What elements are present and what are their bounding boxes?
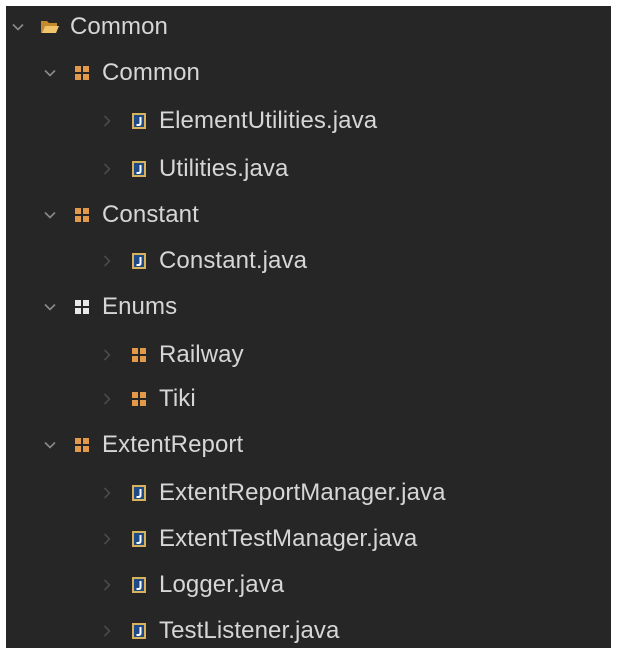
tree-node-package-common[interactable]: Common <box>6 53 611 93</box>
tree-node-label: Constant.java <box>159 247 308 274</box>
chevron-right-icon[interactable] <box>99 253 115 269</box>
chevron-down-icon[interactable] <box>42 65 58 81</box>
java-file-icon <box>129 251 149 271</box>
tree-node-root[interactable]: Common <box>6 7 611 47</box>
chevron-right-icon[interactable] <box>99 391 115 407</box>
tree-node-label: ExtentReportManager.java <box>159 479 446 506</box>
tree-node-package-railway[interactable]: Railway <box>6 335 611 375</box>
chevron-right-icon[interactable] <box>99 577 115 593</box>
chevron-right-icon[interactable] <box>99 623 115 639</box>
chevron-right-icon[interactable] <box>99 161 115 177</box>
tree-node-label: TestListener.java <box>159 617 340 644</box>
tree-node-label: Logger.java <box>159 571 285 598</box>
tree-node-label: Utilities.java <box>159 155 289 182</box>
tree-node-file[interactable]: ElementUtilities.java <box>6 101 611 141</box>
tree-node-package-enums[interactable]: Enums <box>6 287 611 327</box>
tree-node-label: Enums <box>102 293 178 320</box>
tree-node-label: ExtentReport <box>102 431 244 458</box>
tree-node-label: Tiki <box>159 385 196 412</box>
package-empty-icon <box>72 297 92 317</box>
tree-node-file[interactable]: TestListener.java <box>6 611 611 648</box>
tree-node-label: Constant <box>102 201 199 228</box>
package-icon <box>129 389 149 409</box>
tree-node-file[interactable]: Constant.java <box>6 241 611 281</box>
java-file-icon <box>129 159 149 179</box>
package-icon <box>129 345 149 365</box>
java-file-icon <box>129 483 149 503</box>
tree-node-label: Railway <box>159 341 244 368</box>
chevron-down-icon[interactable] <box>42 299 58 315</box>
java-file-icon <box>129 621 149 641</box>
tree-node-file[interactable]: ExtentReportManager.java <box>6 473 611 513</box>
tree-node-label: Common <box>70 13 168 40</box>
tree-node-package-constant[interactable]: Constant <box>6 195 611 235</box>
tree-node-label: ElementUtilities.java <box>159 107 378 134</box>
tree-node-file[interactable]: ExtentTestManager.java <box>6 519 611 559</box>
tree-node-file[interactable]: Utilities.java <box>6 149 611 189</box>
tree-node-label: ExtentTestManager.java <box>159 525 418 552</box>
tree-node-label: Common <box>102 59 200 86</box>
chevron-right-icon[interactable] <box>99 485 115 501</box>
chevron-down-icon[interactable] <box>42 437 58 453</box>
package-icon <box>72 435 92 455</box>
chevron-right-icon[interactable] <box>99 113 115 129</box>
package-icon <box>72 205 92 225</box>
chevron-down-icon[interactable] <box>10 19 26 35</box>
tree-node-file[interactable]: Logger.java <box>6 565 611 605</box>
chevron-right-icon[interactable] <box>99 531 115 547</box>
tree-node-package-extentreport[interactable]: ExtentReport <box>6 425 611 465</box>
project-explorer-tree: Common Common ElementUtilities.java Util… <box>6 6 611 648</box>
java-file-icon <box>129 575 149 595</box>
chevron-right-icon[interactable] <box>99 347 115 363</box>
chevron-down-icon[interactable] <box>42 207 58 223</box>
folder-open-icon <box>40 17 60 37</box>
tree-node-package-tiki[interactable]: Tiki <box>6 379 611 419</box>
java-file-icon <box>129 111 149 131</box>
java-file-icon <box>129 529 149 549</box>
package-icon <box>72 63 92 83</box>
